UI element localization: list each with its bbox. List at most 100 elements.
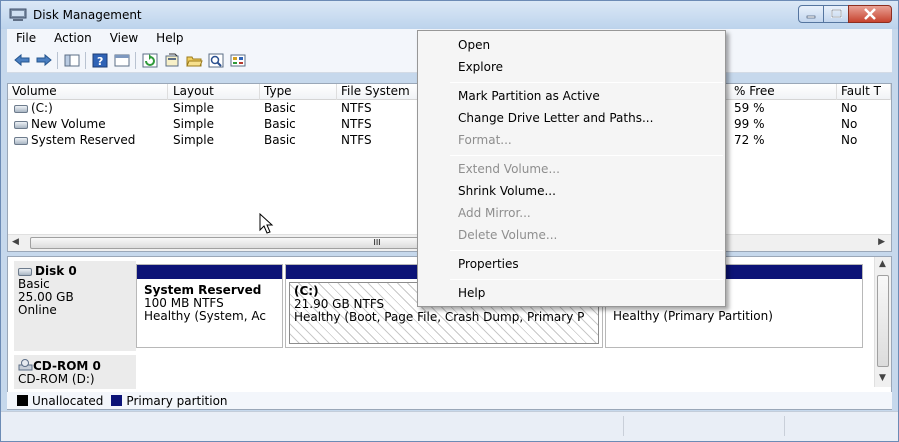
- partition-body: System Reserved 100 MB NTFS Healthy (Sys…: [140, 282, 279, 344]
- minimize-button[interactable]: [798, 5, 824, 23]
- vertical-scrollbar[interactable]: ▲ ▼: [874, 257, 891, 387]
- legend-primary-partition: Primary partition: [126, 393, 228, 408]
- menu-item-mark-active[interactable]: Mark Partition as Active: [458, 89, 600, 103]
- help-icon[interactable]: ?: [91, 52, 109, 69]
- scroll-down-icon[interactable]: ▼: [879, 373, 886, 383]
- volume-name: New Volume: [31, 117, 106, 131]
- menu-item-format[interactable]: Format...: [458, 133, 512, 147]
- partition-header-bar: [137, 265, 282, 279]
- percent-free-cell: 59 %: [734, 101, 765, 115]
- column-header-volume[interactable]: Volume: [8, 84, 168, 100]
- status-bar-section: [623, 416, 783, 436]
- menu-item-change-drive-letter[interactable]: Change Drive Letter and Paths...: [458, 111, 653, 125]
- view-icon[interactable]: [229, 52, 247, 69]
- open-icon[interactable]: [185, 52, 203, 69]
- cdrom-0-label[interactable]: CD-ROM 0 CD-ROM (D:): [14, 355, 136, 389]
- partition-system-reserved[interactable]: System Reserved 100 MB NTFS Healthy (Sys…: [136, 264, 283, 348]
- menu-item-shrink-volume[interactable]: Shrink Volume...: [458, 184, 556, 198]
- disk-management-icon: [9, 8, 27, 21]
- volume-name: (C:): [31, 101, 53, 115]
- percent-free-cell: 72 %: [734, 133, 765, 147]
- disk-0-label[interactable]: Disk 0 Basic 25.00 GB Online: [14, 261, 136, 351]
- minimize-icon: [806, 15, 816, 19]
- unallocated-swatch: [17, 395, 28, 406]
- scroll-up-icon[interactable]: ▲: [879, 259, 886, 269]
- file-system-cell: NTFS: [341, 117, 372, 131]
- layout-cell: Simple: [173, 101, 214, 115]
- scroll-left-icon[interactable]: ◀: [12, 237, 19, 247]
- menu-item-extend-volume[interactable]: Extend Volume...: [458, 162, 560, 176]
- menu-item-add-mirror[interactable]: Add Mirror...: [458, 206, 531, 220]
- percent-free-cell: 99 %: [734, 117, 765, 131]
- volume-name: System Reserved: [31, 133, 136, 147]
- menu-item-explore[interactable]: Explore: [458, 60, 503, 74]
- fault-tolerance-cell: No: [841, 117, 858, 131]
- column-header-fault-tolerance[interactable]: Fault T: [837, 84, 891, 100]
- legend: Unallocated Primary partition: [7, 392, 892, 409]
- close-icon: [864, 8, 876, 20]
- menu-item-properties[interactable]: Properties: [458, 257, 519, 271]
- close-button[interactable]: [848, 5, 892, 23]
- disk-0-status: Online: [18, 303, 57, 317]
- fault-tolerance-cell: No: [841, 101, 858, 115]
- partition-size: 21.90 GB NTFS: [294, 297, 385, 311]
- back-icon[interactable]: [13, 52, 31, 69]
- maximize-icon: [831, 9, 842, 18]
- properties-icon[interactable]: [113, 52, 131, 69]
- partition-status: Healthy (Primary Partition): [613, 309, 773, 323]
- partition-status: Healthy (System, Ac: [144, 309, 266, 323]
- cdrom-0-title: CD-ROM 0: [18, 359, 132, 373]
- cdrom-0-drive: CD-ROM (D:): [18, 372, 95, 386]
- cdrom-icon: [18, 359, 33, 371]
- scroll-grip: III: [373, 238, 381, 247]
- drive-icon: [14, 121, 28, 129]
- menu-action[interactable]: Action: [45, 29, 101, 48]
- menu-file[interactable]: File: [7, 29, 45, 48]
- menu-help[interactable]: Help: [147, 29, 192, 48]
- partition-name: (C:): [294, 284, 319, 298]
- refresh-icon[interactable]: [141, 52, 159, 69]
- column-header-file-system[interactable]: File System: [337, 84, 427, 100]
- column-header-percent-free[interactable]: % Free: [730, 84, 837, 100]
- layout-cell: Simple: [173, 133, 214, 147]
- menu-separator: [450, 279, 723, 280]
- menu-item-help[interactable]: Help: [458, 286, 485, 300]
- vertical-scrollbar-thumb[interactable]: [877, 275, 889, 367]
- menu-item-delete-volume[interactable]: Delete Volume...: [458, 228, 557, 242]
- title-bar[interactable]: Disk Management: [1, 1, 898, 29]
- status-bar: [1, 411, 898, 441]
- status-bar-section: [784, 416, 894, 436]
- partition-size: 100 MB NTFS: [144, 296, 224, 310]
- layout-cell: Simple: [173, 117, 214, 131]
- toolbar-separator: [135, 52, 136, 69]
- primary-partition-swatch: [111, 395, 123, 406]
- menu-view[interactable]: View: [101, 29, 147, 48]
- forward-icon[interactable]: [35, 52, 53, 69]
- column-header-layout[interactable]: Layout: [169, 84, 260, 100]
- type-cell: Basic: [264, 133, 296, 147]
- partition-name: System Reserved: [144, 283, 262, 297]
- find-icon[interactable]: [207, 52, 225, 69]
- maximize-button[interactable]: [823, 5, 849, 23]
- menu-separator: [450, 250, 723, 251]
- scroll-right-icon[interactable]: ▶: [878, 237, 885, 247]
- partition-status: Healthy (Boot, Page File, Crash Dump, Pr…: [294, 310, 585, 324]
- toolbar-separator: [57, 52, 58, 69]
- legend-unallocated: Unallocated: [32, 393, 104, 408]
- volume-cell: New Volume: [10, 117, 106, 132]
- cdrom-0-name: CD-ROM 0: [33, 359, 101, 373]
- disk-0-name: Disk 0: [35, 264, 77, 278]
- drive-icon: [18, 268, 32, 276]
- rescan-icon[interactable]: [163, 52, 181, 69]
- menu-separator: [450, 155, 723, 156]
- volume-cell: (C:): [10, 101, 53, 116]
- volume-cell: System Reserved: [10, 133, 135, 148]
- window-title: Disk Management: [33, 8, 142, 22]
- drive-icon: [14, 137, 28, 145]
- type-cell: Basic: [264, 117, 296, 131]
- window-controls: [798, 5, 892, 23]
- file-system-cell: NTFS: [341, 101, 372, 115]
- menu-item-open[interactable]: Open: [458, 38, 490, 52]
- column-header-type[interactable]: Type: [260, 84, 337, 100]
- console-tree-icon[interactable]: [63, 52, 81, 69]
